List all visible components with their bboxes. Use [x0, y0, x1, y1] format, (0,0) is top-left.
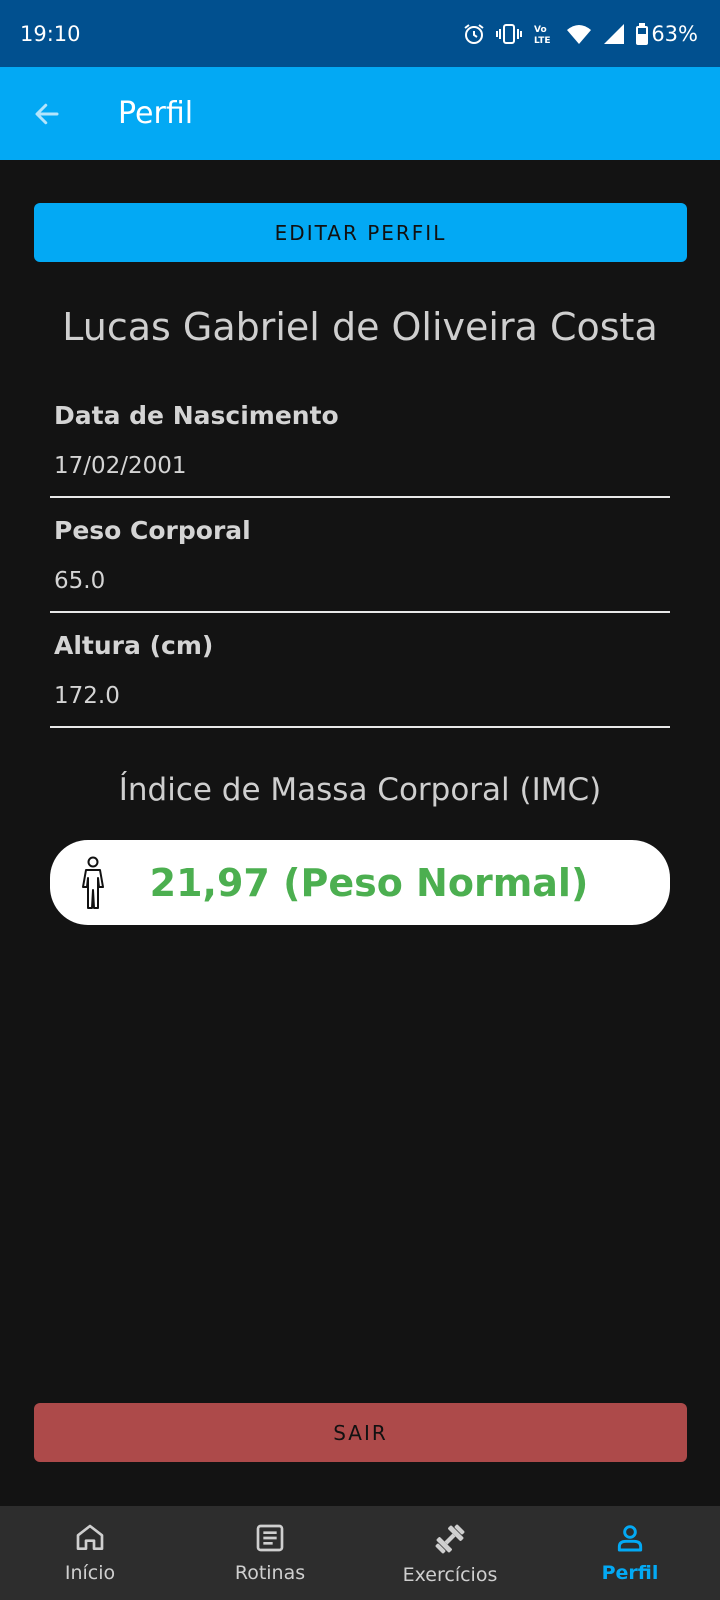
imc-title: Índice de Massa Corporal (IMC)	[118, 772, 602, 808]
weight-field: Peso Corporal 65.0	[50, 508, 670, 613]
volte-icon: Vo LTE	[534, 25, 551, 46]
vibrate-icon	[496, 23, 523, 44]
dumbbell-icon	[435, 1524, 465, 1554]
signal-icon	[604, 23, 625, 44]
logout-button[interactable]: SAIR	[34, 1403, 687, 1462]
nav-label-perfil: Perfil	[601, 1562, 659, 1584]
profile-name: Lucas Gabriel de Oliveira Costa	[62, 305, 658, 349]
home-icon	[76, 1524, 104, 1550]
battery-level: 63%	[651, 21, 698, 46]
person-icon	[617, 1525, 643, 1552]
nav-label-inicio: Início	[64, 1562, 116, 1584]
bottom-nav: Início Rotinas Exercícios Perfil	[0, 1506, 720, 1600]
wifi-icon	[567, 24, 592, 44]
height-field: Altura (cm) 172.0	[50, 623, 670, 728]
battery-icon	[636, 22, 649, 45]
battery-indicator: 63%	[636, 22, 698, 46]
weight-label: Peso Corporal	[54, 516, 251, 545]
svg-text:Vo: Vo	[534, 25, 547, 35]
alarm-icon	[464, 23, 484, 44]
nav-item-perfil[interactable]: Perfil	[540, 1506, 720, 1600]
birthdate-value: 17/02/2001	[54, 453, 187, 479]
birthdate-field: Data de Nascimento 17/02/2001	[50, 393, 670, 498]
imc-value: 21,97 (Peso Normal)	[149, 860, 589, 905]
back-button[interactable]	[22, 89, 72, 139]
app-bar: Perfil	[0, 67, 720, 160]
edit-profile-button[interactable]: EDITAR PERFIL	[34, 203, 687, 262]
nav-item-exercicios[interactable]: Exercícios	[360, 1506, 540, 1600]
status-time: 19:10	[20, 21, 81, 46]
arrow-back-icon	[35, 103, 59, 124]
height-label: Altura (cm)	[54, 631, 214, 660]
nav-item-inicio[interactable]: Início	[0, 1506, 180, 1600]
nav-label-exercicios: Exercícios	[402, 1564, 498, 1586]
status-bar: 19:10 Vo LTE 63%	[0, 0, 720, 67]
weight-value: 65.0	[54, 568, 106, 594]
nav-item-rotinas[interactable]: Rotinas	[180, 1506, 360, 1600]
imc-card: 21,97 (Peso Normal)	[50, 840, 670, 925]
height-value: 172.0	[54, 683, 120, 709]
page-title: Perfil	[118, 96, 194, 131]
birthdate-label: Data de Nascimento	[54, 401, 339, 430]
nav-label-rotinas: Rotinas	[234, 1562, 306, 1584]
status-icons: Vo LTE 63%	[462, 22, 698, 46]
list-icon	[256, 1524, 284, 1552]
svg-text:LTE: LTE	[534, 36, 551, 46]
